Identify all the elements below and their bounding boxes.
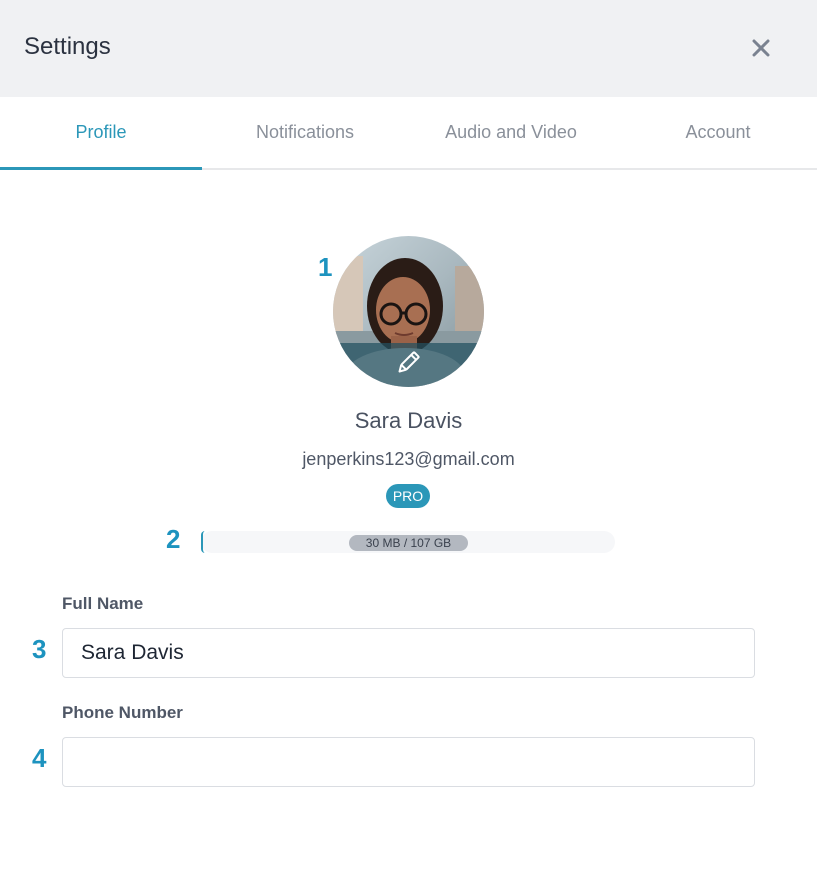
settings-header: Settings [0,0,817,97]
tab-profile[interactable]: Profile [0,97,202,168]
pencil-icon[interactable] [395,350,421,376]
tab-audio-and-video[interactable]: Audio and Video [410,97,612,168]
settings-tabs: Profile Notifications Audio and Video Ac… [0,97,817,170]
full-name-field[interactable] [62,628,755,678]
profile-name: Sara Davis [354,408,463,433]
storage-usage-label: 30 MB / 107 GB [349,535,468,551]
tab-notifications[interactable]: Notifications [204,97,406,168]
tab-account[interactable]: Account [617,97,817,168]
active-tab-indicator [0,167,202,170]
page-title: Settings [24,33,111,60]
pro-badge: PRO [386,484,430,508]
profile-email: jenperkins123@gmail.com [302,449,515,469]
phone-number-label: Phone Number [62,703,183,722]
full-name-label: Full Name [62,594,144,613]
phone-number-field[interactable] [62,737,755,787]
marker-3: 3 [32,634,47,664]
storage-usage-fill [201,531,205,553]
marker-4: 4 [32,743,47,773]
avatar[interactable] [333,236,484,387]
close-icon[interactable] [745,32,777,64]
marker-2: 2 [166,524,181,554]
marker-1: 1 [318,252,333,282]
